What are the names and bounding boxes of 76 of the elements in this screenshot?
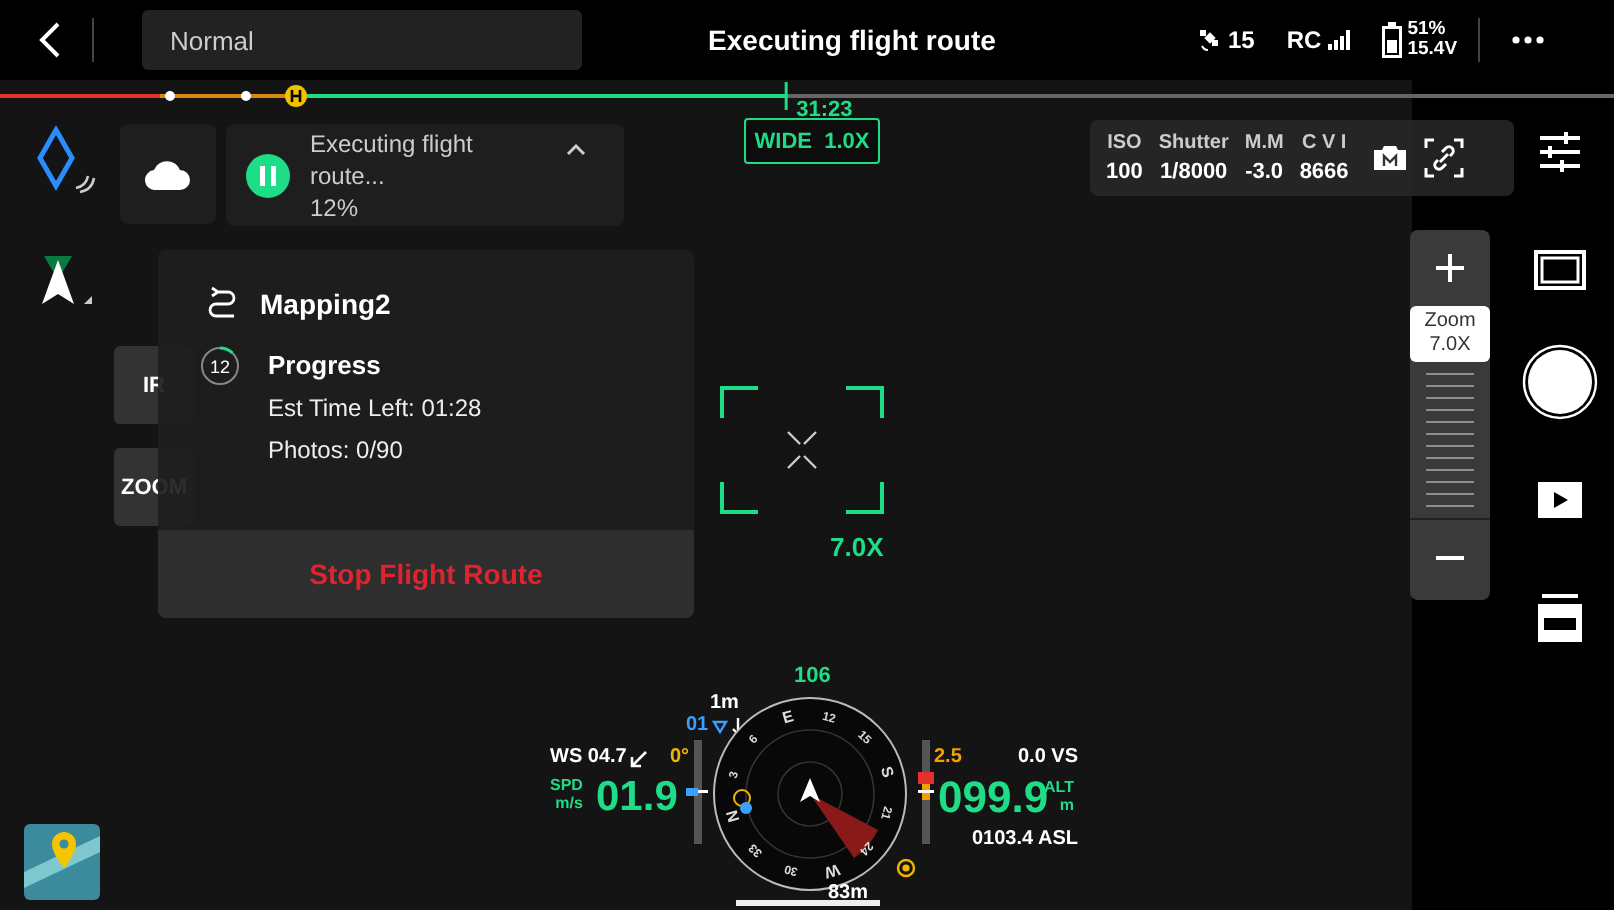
- gimbal-angle: 0°: [670, 748, 690, 768]
- progress-ring: 12: [200, 346, 240, 386]
- satellite-icon: [1198, 28, 1222, 52]
- status-percent: 12%: [310, 191, 361, 223]
- minus-icon: [1436, 556, 1464, 560]
- flight-status-card[interactable]: Executing flight route... 12%: [226, 124, 624, 226]
- camera-icon[interactable]: [1372, 144, 1409, 172]
- battery-percent: 51%: [1407, 20, 1448, 40]
- wind-speed: WS 04.7: [550, 748, 627, 768]
- parameter-label: ISO: [1107, 130, 1142, 158]
- route-icon: [208, 286, 236, 322]
- parameter-value: 1/8000: [1160, 158, 1228, 186]
- compass-label: W: [822, 860, 842, 882]
- signal-icon: [1327, 30, 1350, 50]
- cloud-icon: [144, 158, 192, 190]
- pause-icon: [260, 165, 276, 185]
- vertical-marker: 01: [686, 716, 709, 736]
- parameter-value: 8666: [1299, 158, 1349, 186]
- link-icon[interactable]: [1424, 138, 1465, 178]
- speed-unit: m/s: [555, 794, 583, 812]
- pause-button[interactable]: [246, 153, 290, 197]
- altitude-unit: ALT: [1044, 778, 1074, 796]
- time-left-text: Est Time Left: 01:28: [268, 394, 482, 422]
- back-icon[interactable]: [36, 20, 64, 60]
- progress-marker: [784, 82, 788, 110]
- triangle-icon: [712, 719, 729, 733]
- payload-icon[interactable]: [1538, 594, 1582, 642]
- parameter-label: M.M: [1244, 130, 1284, 158]
- parameter-value: -3.0: [1245, 158, 1284, 186]
- home-target-icon: [896, 858, 916, 878]
- vertical-speed: 0.0 VS: [1018, 748, 1079, 768]
- rc-label: RC: [1286, 26, 1322, 54]
- compass-label: N: [722, 808, 744, 825]
- progress-title: Progress: [268, 350, 383, 380]
- shutter-button[interactable]: [1522, 344, 1598, 420]
- route-name: Mapping2: [260, 288, 391, 320]
- home-distance-bar: [736, 900, 880, 906]
- altitude-unit: m: [1059, 796, 1074, 814]
- parameter-label: C V I: [1301, 130, 1347, 158]
- wind-direction-icon: [630, 749, 649, 767]
- home-point-icon: [285, 85, 307, 107]
- flight-mode-field[interactable]: Normal: [142, 10, 582, 70]
- cloud-button[interactable]: [120, 124, 216, 224]
- screen-title: Executing flight route: [706, 24, 998, 56]
- parameter-label: Shutter: [1158, 130, 1229, 158]
- speed-unit: SPD: [550, 776, 583, 794]
- settings-icon[interactable]: [1536, 130, 1584, 174]
- aircraft-marker-icon: [800, 778, 820, 802]
- home-marker-icon: [733, 789, 752, 814]
- aircraft-link-icon: [36, 126, 96, 194]
- photos-count-text: Photos: 0/90: [268, 436, 405, 464]
- more-icon[interactable]: [1511, 36, 1544, 44]
- heading-readout: 106: [794, 666, 831, 688]
- status-text: Executing flight route...: [310, 127, 475, 191]
- zoom-scale: [1422, 370, 1478, 510]
- compass-label: S: [876, 764, 898, 780]
- lens-mode-badge[interactable]: WIDE 1.0X: [744, 118, 880, 164]
- satellite-count: 15: [1228, 26, 1255, 54]
- speed-bar: [686, 740, 710, 844]
- down-arrow-icon: [732, 717, 745, 735]
- altitude-readout: 099.9: [938, 776, 1049, 820]
- compass-label: E: [780, 706, 796, 728]
- altitude-bar: [914, 740, 938, 844]
- speed-readout: 01.9: [596, 776, 678, 818]
- plus-icon: [1436, 254, 1464, 282]
- battery-icon: [1381, 22, 1402, 58]
- zoom-level-label: Zoom 7.0X: [1410, 306, 1490, 362]
- battery-voltage: 15.4V: [1407, 40, 1458, 60]
- display-mode-icon[interactable]: [1534, 250, 1586, 290]
- altitude-limit: 2.5: [934, 748, 962, 768]
- distance-readout: 1m: [710, 694, 739, 714]
- asl-readout: 0103.4 ASL: [972, 830, 1078, 850]
- playback-icon[interactable]: [1538, 482, 1582, 518]
- zoom-readout: 7.0X: [830, 532, 884, 562]
- home-distance: 83m: [828, 884, 869, 904]
- parameter-value: 100: [1106, 158, 1143, 186]
